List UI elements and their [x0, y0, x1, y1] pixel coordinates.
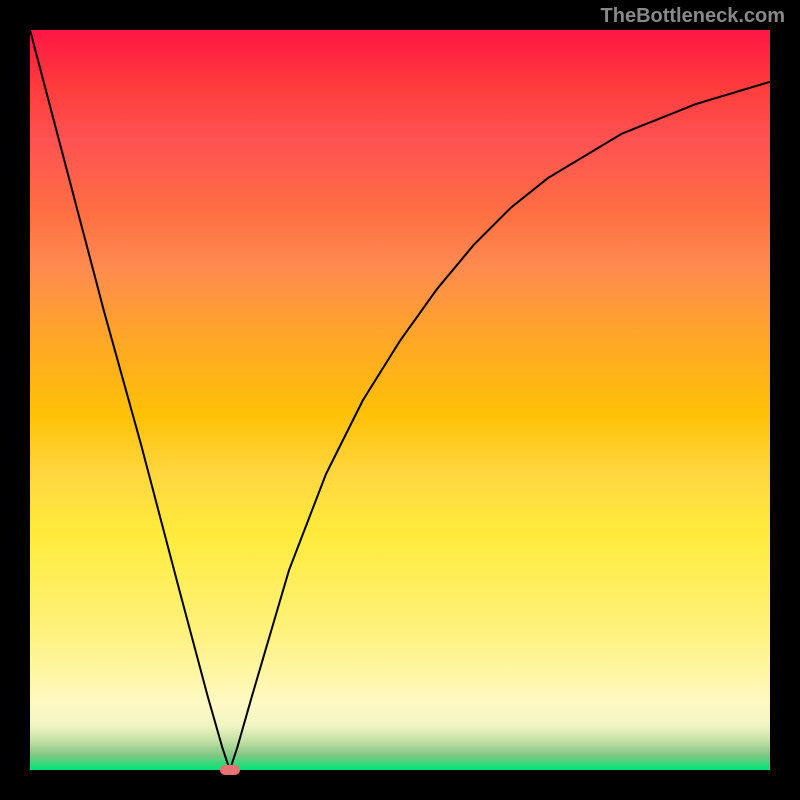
watermark-text: TheBottleneck.com: [601, 5, 785, 28]
optimal-point-marker: [220, 765, 240, 775]
bottleneck-curve: [30, 30, 770, 770]
chart-plot-area: [30, 30, 770, 770]
